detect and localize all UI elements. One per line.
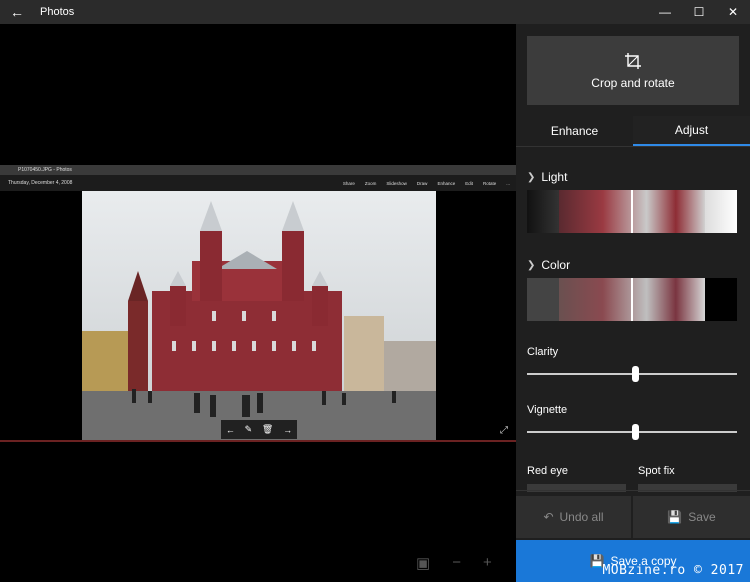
- strip-thumb: [705, 278, 737, 321]
- clarity-slider[interactable]: [527, 366, 737, 382]
- red-eye-button[interactable]: Red eye: [527, 465, 568, 477]
- light-marker[interactable]: [631, 190, 633, 233]
- light-section-toggle[interactable]: ❯ Light: [527, 170, 567, 184]
- undo-icon: ↶: [543, 510, 554, 524]
- save-label: Save: [688, 510, 716, 524]
- undo-label: Undo all: [559, 510, 604, 524]
- tab-enhance[interactable]: Enhance: [516, 116, 633, 146]
- prev-arrow-icon[interactable]: ←: [226, 425, 235, 435]
- undo-all-button[interactable]: ↶ Undo all: [516, 496, 631, 538]
- save-button[interactable]: 💾 Save: [633, 496, 750, 538]
- watermark: MOBzine.ro © 2017: [602, 563, 744, 578]
- edit-tabs: Enhance Adjust: [516, 116, 750, 146]
- museum-photo: [82, 191, 436, 440]
- zoom-controls: ▣ − +: [416, 554, 492, 572]
- light-slider-strip[interactable]: [527, 190, 737, 233]
- strip-thumb: [527, 190, 559, 233]
- strip-thumb: [527, 278, 559, 321]
- maximize-icon[interactable]: ☐: [682, 0, 716, 24]
- crop-and-rotate-button[interactable]: Crop and rotate: [527, 36, 739, 105]
- inner-toolbar: Thursday, December 4, 2008 Share Zoom Sl…: [0, 175, 516, 191]
- inner-window-title: P1070450.JPG - Photos: [0, 165, 516, 175]
- inner-actions: Share Zoom Slideshow Draw Enhance Edit R…: [343, 175, 510, 191]
- inner-action: Share: [342, 180, 355, 186]
- vignette-slider[interactable]: [527, 424, 737, 440]
- photos-window: ← Photos — ☐ ✕ P1070450.JPG - Photos Thu…: [0, 0, 750, 582]
- save-icon: 💾: [667, 510, 683, 524]
- color-marker[interactable]: [631, 278, 633, 321]
- back-arrow-icon[interactable]: ←: [0, 0, 34, 24]
- edited-image: P1070450.JPG - Photos Thursday, December…: [0, 165, 516, 465]
- inner-action: Draw: [416, 180, 428, 186]
- edit-icon[interactable]: ✎: [245, 424, 253, 435]
- title-bar: ← Photos — ☐ ✕: [0, 0, 750, 24]
- inner-action: Zoom: [364, 180, 377, 186]
- inner-action: ...: [506, 180, 510, 186]
- color-label: Color: [541, 258, 571, 272]
- inner-action: Slideshow: [386, 180, 407, 186]
- chevron-right-icon: ❯: [527, 259, 536, 271]
- delete-icon[interactable]: 🗑: [262, 424, 273, 435]
- window-controls: — ☐ ✕: [648, 0, 750, 24]
- footer-divider: [516, 490, 750, 491]
- clarity-label: Clarity: [527, 346, 559, 358]
- tab-adjust[interactable]: Adjust: [633, 116, 750, 146]
- color-section-toggle[interactable]: ❯ Color: [527, 258, 570, 272]
- photo-canvas: P1070450.JPG - Photos Thursday, December…: [0, 24, 516, 582]
- light-label: Light: [541, 170, 568, 184]
- chevron-right-icon: ❯: [527, 171, 536, 183]
- photo-nav-bar: ← ✎ 🗑 →: [221, 420, 297, 439]
- clarity-slider-thumb[interactable]: [632, 366, 639, 382]
- next-arrow-icon[interactable]: →: [283, 425, 292, 435]
- close-icon[interactable]: ✕: [716, 0, 750, 24]
- color-slider-strip[interactable]: [527, 278, 737, 321]
- crop-icon: [625, 52, 641, 69]
- minimize-icon[interactable]: —: [648, 0, 682, 24]
- inner-action: Rotate: [482, 180, 497, 186]
- zoom-in-icon[interactable]: +: [483, 554, 492, 572]
- edit-panel: Crop and rotate Enhance Adjust ❯ Light ❯…: [516, 24, 750, 582]
- zoom-out-icon[interactable]: −: [452, 554, 461, 572]
- inner-action: Edit: [465, 180, 473, 186]
- inner-date: Thursday, December 4, 2008: [8, 180, 73, 186]
- vignette-label: Vignette: [527, 404, 568, 416]
- divider: [0, 440, 516, 442]
- crop-label: Crop and rotate: [591, 75, 675, 90]
- strip-thumb: [705, 190, 737, 233]
- fit-icon[interactable]: ▣: [416, 554, 430, 572]
- spot-fix-button[interactable]: Spot fix: [638, 465, 675, 477]
- expand-icon[interactable]: ⤢: [500, 425, 508, 436]
- app-title: Photos: [40, 6, 75, 18]
- inner-action: Enhance: [437, 180, 456, 186]
- vignette-slider-thumb[interactable]: [632, 424, 639, 440]
- tabs-divider: [516, 146, 750, 147]
